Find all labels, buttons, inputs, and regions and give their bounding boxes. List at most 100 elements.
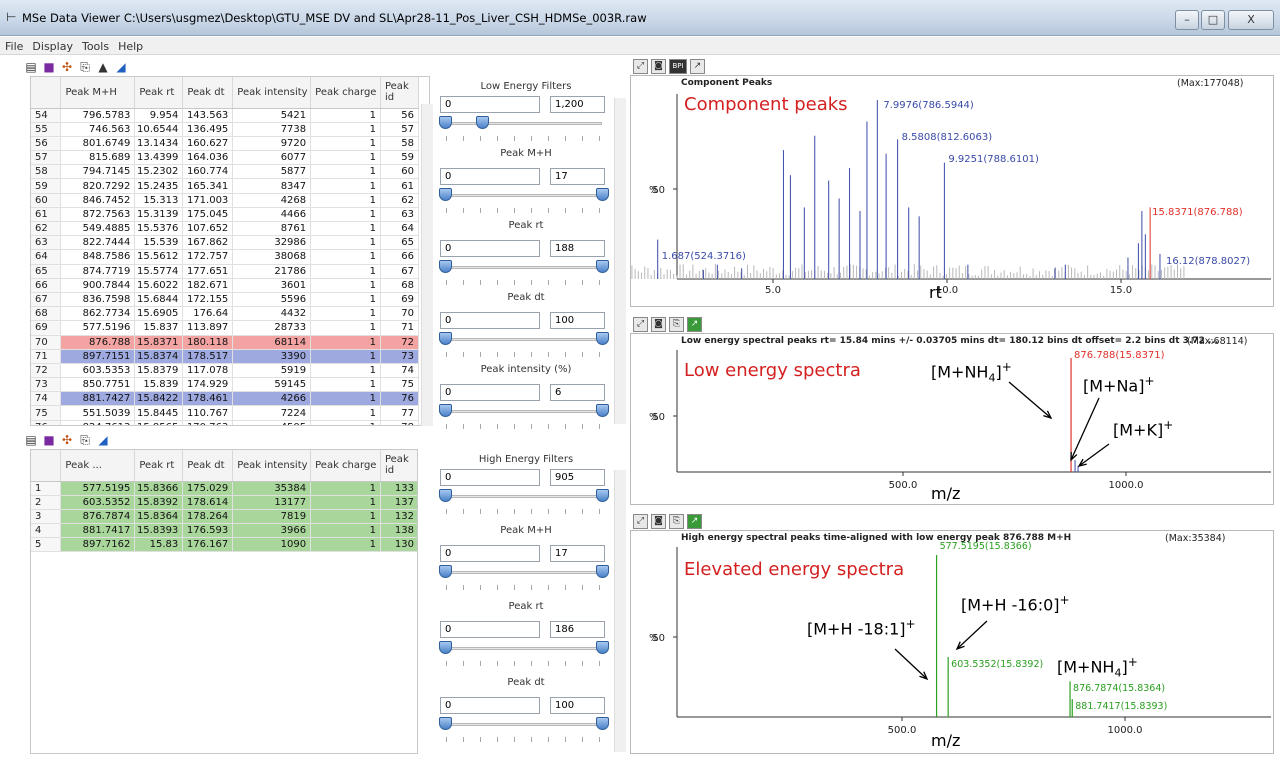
table-icon[interactable]: ▤ [24, 60, 38, 74]
table-row[interactable]: 70876.78815.8371180.11868114172 [31, 335, 419, 349]
slider-max-handle[interactable] [596, 404, 609, 417]
slider-max-handle[interactable] [596, 717, 609, 730]
copy-icon[interactable]: ⎘ [78, 433, 92, 447]
filter-min-input[interactable]: 0 [440, 96, 540, 113]
slider-max-handle[interactable] [596, 332, 609, 345]
range-slider-track[interactable] [442, 410, 602, 413]
filter-min-input[interactable]: 0 [440, 168, 540, 185]
filter-min-input[interactable]: 0 [440, 312, 540, 329]
column-header[interactable]: Peak dt [183, 77, 233, 108]
camera-icon[interactable]: ◙ [651, 59, 666, 74]
filter-icon[interactable]: ▲ [96, 60, 110, 74]
table-row[interactable]: 57815.68913.4399164.0366077159 [31, 151, 419, 165]
copy-icon[interactable]: ⎘ [78, 60, 92, 74]
slider-min-handle[interactable] [439, 489, 452, 502]
high-filters-scrollbar[interactable] [614, 470, 626, 752]
copy-icon[interactable]: ⎘ [669, 317, 684, 332]
column-header[interactable]: Peak rt [135, 450, 183, 481]
copy-icon[interactable]: ⎘ [669, 514, 684, 529]
slider-min-handle[interactable] [439, 641, 452, 654]
range-slider-track[interactable] [442, 266, 602, 269]
table-row[interactable]: 60846.745215.313171.0034268162 [31, 193, 419, 207]
table-row[interactable]: 5897.716215.83176.16710901130 [31, 538, 418, 552]
table-row[interactable]: 55746.56310.6544136.4957738157 [31, 122, 419, 136]
filter-max-input[interactable]: 186 [550, 621, 605, 638]
color-icon[interactable]: ■ [42, 60, 56, 74]
table-row[interactable]: 1577.519515.8366175.029353841133 [31, 481, 418, 495]
range-slider-track[interactable] [442, 338, 602, 341]
column-header[interactable]: Peak id [380, 77, 418, 108]
table-row[interactable]: 3876.787415.8364178.26478191132 [31, 509, 418, 523]
menu-display[interactable]: Display [27, 37, 77, 53]
table-row[interactable]: 61872.756315.3139175.0454466163 [31, 207, 419, 221]
table-row[interactable]: 65874.771915.5774177.65121786167 [31, 264, 419, 278]
menu-file[interactable]: File [0, 37, 27, 53]
camera-icon[interactable]: ◙ [651, 317, 666, 332]
brush-icon[interactable]: ◢ [114, 60, 128, 74]
arrow-icon[interactable]: ↗ [690, 59, 705, 74]
menu-help[interactable]: Help [113, 37, 147, 53]
table-row[interactable]: 54796.57839.954143.5635421156 [31, 108, 419, 122]
expand-icon[interactable]: ⤢ [633, 514, 648, 529]
range-slider-track[interactable] [442, 495, 602, 498]
filter-max-input[interactable]: 1,200 [550, 96, 605, 113]
table-row[interactable]: 73850.775115.839174.92959145175 [31, 378, 419, 392]
slider-max-handle[interactable] [596, 641, 609, 654]
filter-max-input[interactable]: 100 [550, 312, 605, 329]
table-row[interactable]: 69577.519615.837113.89728733171 [31, 321, 419, 335]
chart-icon[interactable]: ↗ [687, 514, 702, 529]
range-slider-track[interactable] [442, 647, 602, 650]
table-row[interactable]: 64848.758615.5612172.75738068166 [31, 250, 419, 264]
camera-icon[interactable]: ◙ [651, 514, 666, 529]
low-filters-scrollbar[interactable] [614, 98, 626, 424]
filter-min-input[interactable]: 0 [440, 621, 540, 638]
column-header[interactable]: Peak intensity [233, 450, 311, 481]
slider-max-handle[interactable] [596, 260, 609, 273]
slider-min-handle[interactable] [439, 116, 452, 129]
table-row[interactable]: 76824.761315.8565170.7634505178 [31, 420, 419, 426]
table-row[interactable]: 63822.744415.539167.86232986165 [31, 236, 419, 250]
low-table-scrollbar[interactable] [421, 104, 433, 426]
slider-max-handle[interactable] [596, 188, 609, 201]
color-icon[interactable]: ■ [42, 433, 56, 447]
close-button[interactable]: X [1228, 10, 1274, 30]
column-header[interactable] [31, 77, 61, 108]
brush-icon[interactable]: ◢ [96, 433, 110, 447]
slider-min-handle[interactable] [439, 188, 452, 201]
slider-max-handle[interactable] [596, 565, 609, 578]
range-slider-track[interactable] [442, 194, 602, 197]
filter-max-input[interactable]: 100 [550, 697, 605, 714]
filter-min-input[interactable]: 0 [440, 384, 540, 401]
slider-min-handle[interactable] [439, 404, 452, 417]
expand-icon[interactable]: ⤢ [633, 317, 648, 332]
maximize-button[interactable]: □ [1201, 10, 1225, 30]
filter-max-input[interactable]: 6 [550, 384, 605, 401]
column-header[interactable]: Peak dt [183, 450, 233, 481]
bpi-icon[interactable]: BPI [669, 59, 687, 74]
filter-min-input[interactable]: 0 [440, 545, 540, 562]
table-row[interactable]: 58794.714515.2302160.7745877160 [31, 165, 419, 179]
slider-max-handle[interactable] [476, 116, 489, 129]
range-slider-track[interactable] [442, 122, 602, 125]
range-slider-track[interactable] [442, 723, 602, 726]
column-header[interactable]: Peak intensity [233, 77, 311, 108]
slider-min-handle[interactable] [439, 565, 452, 578]
filter-min-input[interactable]: 0 [440, 469, 540, 486]
slider-min-handle[interactable] [439, 260, 452, 273]
slider-max-handle[interactable] [596, 489, 609, 502]
filter-max-input[interactable]: 905 [550, 469, 605, 486]
expand-icon[interactable]: ⤢ [633, 59, 648, 74]
filter-max-input[interactable]: 17 [550, 168, 605, 185]
table-row[interactable]: 4881.741715.8393176.59339661138 [31, 524, 418, 538]
filter-max-input[interactable]: 188 [550, 240, 605, 257]
slider-min-handle[interactable] [439, 717, 452, 730]
column-header[interactable]: Peak M+H [61, 77, 135, 108]
table-row[interactable]: 62549.488515.5376107.6528761164 [31, 222, 419, 236]
slider-min-handle[interactable] [439, 332, 452, 345]
table-row[interactable]: 56801.674913.1434160.6279720158 [31, 136, 419, 150]
range-slider-track[interactable] [442, 571, 602, 574]
filter-max-input[interactable]: 17 [550, 545, 605, 562]
table-row[interactable]: 67836.759815.6844172.1555596169 [31, 292, 419, 306]
column-header[interactable]: Peak charge [311, 77, 381, 108]
minimize-button[interactable]: – [1175, 10, 1199, 30]
